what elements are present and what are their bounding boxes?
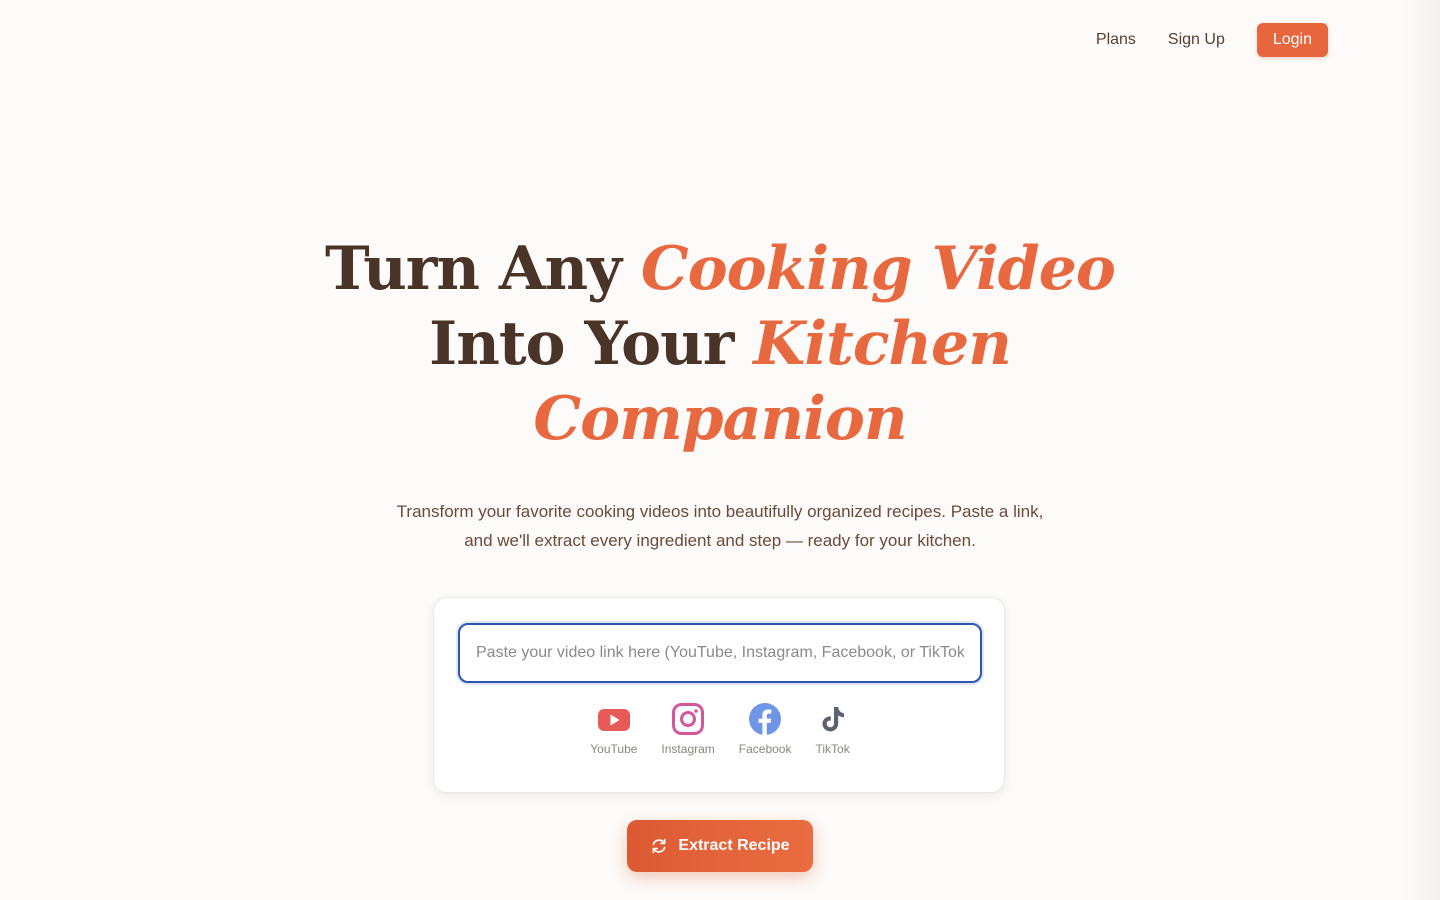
platform-list: YouTube Instagram Facebook TikTok bbox=[434, 702, 1006, 756]
platform-facebook[interactable]: Facebook bbox=[738, 702, 792, 756]
hero-subtitle: Transform your favorite cooking videos i… bbox=[396, 502, 1044, 550]
platform-label: TikTok bbox=[815, 742, 850, 756]
platform-youtube[interactable]: YouTube bbox=[590, 702, 637, 756]
platform-tiktok[interactable]: TikTok bbox=[815, 702, 850, 756]
nav-signup-link[interactable]: Sign Up bbox=[1168, 31, 1225, 49]
extract-recipe-button[interactable]: Extract Recipe bbox=[627, 820, 813, 872]
link-card: YouTube Instagram Facebook bbox=[433, 597, 1005, 793]
facebook-icon bbox=[749, 703, 782, 735]
hero-line2-plain: Into Your bbox=[429, 309, 754, 379]
hero-line1-accent: Cooking Video bbox=[640, 234, 1116, 304]
top-nav: Plans Sign Up Login bbox=[1096, 23, 1328, 57]
page: Plans Sign Up Login Turn Any Cooking Vid… bbox=[0, 0, 1440, 900]
refresh-icon bbox=[652, 838, 666, 854]
login-button[interactable]: Login bbox=[1256, 23, 1328, 57]
extract-recipe-label: Extract Recipe bbox=[678, 837, 790, 854]
instagram-icon bbox=[672, 703, 705, 735]
tiktok-icon bbox=[822, 707, 844, 732]
hero-line1-plain: Turn Any bbox=[325, 234, 641, 304]
youtube-icon bbox=[597, 709, 630, 731]
hero-title: Turn Any Cooking Video Into Your Kitchen… bbox=[0, 232, 1440, 457]
video-link-input[interactable] bbox=[458, 623, 982, 683]
platform-label: Facebook bbox=[738, 742, 792, 756]
hero-line2-accent: Kitchen bbox=[753, 309, 1012, 379]
hero-line3-accent: Companion bbox=[533, 384, 907, 454]
platform-label: Instagram bbox=[661, 742, 715, 756]
platform-instagram[interactable]: Instagram bbox=[661, 702, 715, 756]
nav-plans-link[interactable]: Plans bbox=[1096, 31, 1136, 49]
platform-label: YouTube bbox=[590, 742, 638, 756]
